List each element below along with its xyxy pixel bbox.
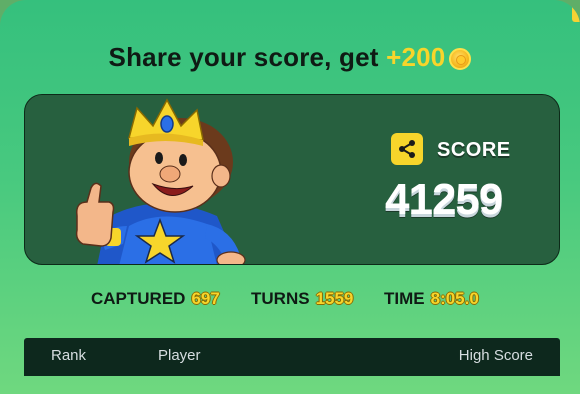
stat-turns: TURNS 1559 xyxy=(251,289,353,309)
share-title-text: Share your score, get xyxy=(108,42,379,72)
stat-captured: CAPTURED 697 xyxy=(91,289,220,309)
score-value: 41259 xyxy=(385,175,503,224)
share-title: Share your score, get +200 xyxy=(0,42,580,73)
captured-label: CAPTURED xyxy=(91,289,186,308)
game-stats: CAPTURED 697 TURNS 1559 TIME 8:05.0 xyxy=(0,289,580,313)
stat-time: TIME 8:05.0 xyxy=(384,289,479,309)
gold-coin-icon xyxy=(449,48,472,70)
captured-value: 697 xyxy=(191,289,220,308)
score-card: SCORE 41259 xyxy=(24,94,560,265)
share-score-panel: Share your score, get +200 SCORE 41259 C… xyxy=(0,0,580,394)
column-rank[interactable]: Rank xyxy=(51,347,86,364)
corner-tab xyxy=(572,0,580,22)
column-player[interactable]: Player xyxy=(158,347,201,364)
bonus-amount: +200 xyxy=(386,42,446,72)
share-icon xyxy=(399,140,415,158)
leaderboard-header: Rank Player High Score xyxy=(24,338,560,376)
king-mascot-image xyxy=(75,98,246,264)
score-label: SCORE xyxy=(437,139,511,161)
turns-label: TURNS xyxy=(251,289,310,308)
turns-value: 1559 xyxy=(315,289,354,308)
column-high-score[interactable]: High Score xyxy=(459,347,533,364)
time-label: TIME xyxy=(384,289,425,308)
share-button[interactable] xyxy=(391,133,423,165)
time-value: 8:05.0 xyxy=(430,289,479,308)
